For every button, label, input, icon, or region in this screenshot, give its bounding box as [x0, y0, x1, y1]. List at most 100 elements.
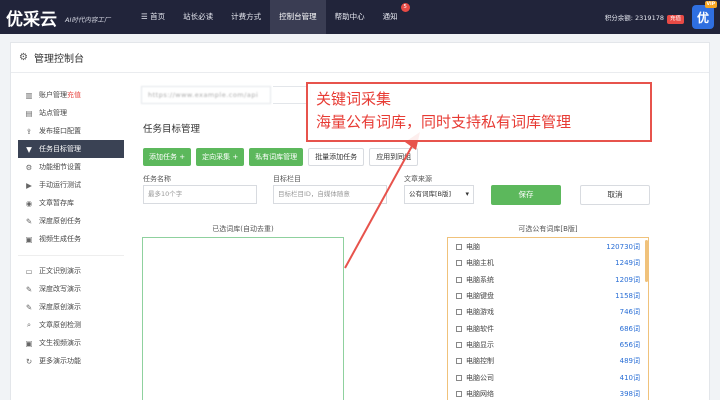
- article-source-select[interactable]: 公有词库[B版]: [404, 185, 474, 204]
- sidebar-item-label: 手动运行测试: [39, 181, 81, 189]
- action-buttons: 添加任务 + 定向采集 + 私有词库管理 批量添加任务 应用到同组: [143, 148, 419, 166]
- cancel-button[interactable]: 取消: [580, 185, 650, 205]
- add-task-button[interactable]: 添加任务 +: [143, 148, 192, 166]
- sidebar-item-label: 正文识别演示: [39, 267, 81, 275]
- keyword-count: 489词: [619, 357, 640, 366]
- callout-line2: 海量公有词库，同时支持私有词库管理: [316, 113, 572, 131]
- keyword: 电脑键盘: [466, 292, 494, 301]
- upload-icon: ⇪: [25, 126, 33, 136]
- logo[interactable]: 优采云 AI时代内容工厂: [6, 5, 111, 30]
- list-item[interactable]: 电脑网络 398词: [448, 386, 648, 400]
- top-navigation-bar: 优采云 AI时代内容工厂 ☰ 首页 站长必读 计费方式 控制台管理 帮助中心 通…: [0, 0, 720, 34]
- checkbox[interactable]: [456, 325, 462, 332]
- points-text: 积分余额: 2319178: [604, 14, 664, 22]
- keyword: 电脑系统: [466, 275, 494, 284]
- sidebar-divider: [18, 250, 124, 256]
- list-item[interactable]: 电脑显示 656词: [448, 337, 648, 353]
- sidebar-item-label: 任务目标管理: [39, 145, 81, 153]
- checkbox[interactable]: [456, 260, 462, 267]
- keyword-count: 746词: [619, 308, 640, 317]
- scrollbar[interactable]: [645, 240, 648, 282]
- sidebar-item-text-to-video[interactable]: ▣ 文生视频演示: [18, 334, 124, 352]
- sidebar-item-label: 视频生成任务: [39, 235, 81, 243]
- sidebar-item-account[interactable]: ▥ 账户管理 充值: [18, 86, 124, 104]
- panel-title: 管理控制台: [33, 54, 84, 65]
- checkbox[interactable]: [456, 358, 462, 365]
- list-item[interactable]: 电脑游戏 746词: [448, 304, 648, 320]
- list-icon: ☰: [141, 12, 151, 21]
- sidebar-item-text-recognition[interactable]: ▭ 正文识别演示: [18, 262, 124, 280]
- filter-icon: ▼: [26, 144, 32, 154]
- nav-must-read[interactable]: 站长必读: [174, 0, 222, 34]
- checkbox[interactable]: [456, 276, 462, 283]
- list-item[interactable]: 电脑系统 1209词: [448, 272, 648, 288]
- sidebar-item-label: 深度原创演示: [39, 303, 81, 311]
- keyword: 电脑软件: [466, 324, 494, 333]
- directed-collect-button[interactable]: 定向采集 +: [196, 148, 245, 166]
- checkbox[interactable]: [456, 309, 462, 316]
- sidebar-recharge-link[interactable]: 充值: [67, 90, 81, 100]
- sidebar-item-label: 功能细节设置: [39, 163, 81, 171]
- list-item[interactable]: 电脑 120730词: [448, 239, 648, 255]
- batch-add-button[interactable]: 批量添加任务: [308, 148, 365, 166]
- target-column-input[interactable]: 目标栏目ID，自媒体随意: [273, 185, 387, 204]
- sidebar-item-manual-run[interactable]: ▶ 手动运行测试: [18, 176, 124, 194]
- api-url-field[interactable]: https://www.example.com/api: [141, 86, 271, 104]
- list-item[interactable]: 电脑公司 410词: [448, 369, 648, 385]
- sidebar-item-rewrite-demo[interactable]: ✎ 深度改写演示: [18, 280, 124, 298]
- logo-slogan: AI时代内容工厂: [65, 16, 111, 24]
- nav-help[interactable]: 帮助中心: [326, 0, 374, 34]
- keyword-count: 686词: [619, 324, 640, 333]
- sidebar-item-more-demos[interactable]: ↻ 更多演示功能: [18, 352, 124, 370]
- keyword-count: 398词: [619, 389, 640, 398]
- checkbox[interactable]: [456, 244, 462, 251]
- sidebar-item-settings[interactable]: ⚙ 功能细节设置: [18, 158, 124, 176]
- monitor-icon: ▭: [25, 266, 33, 276]
- public-lexicon-list[interactable]: 电脑 120730词 电脑主机 1249词 电脑系统 1209词 电脑键盘 1158词 …: [447, 237, 649, 400]
- keyword: 电脑控制: [466, 357, 494, 366]
- task-name-input[interactable]: 最多10个字: [143, 185, 257, 204]
- sidebar-item-deep-original[interactable]: ✎ 深度原创任务: [18, 212, 124, 230]
- apply-group-button[interactable]: 应用到同组: [369, 148, 419, 166]
- sidebar-item-label: 深度改写演示: [39, 285, 81, 293]
- logo-mark: 优采云: [6, 9, 57, 30]
- sidebar-item-original-demo[interactable]: ✎ 深度原创演示: [18, 298, 124, 316]
- list-item[interactable]: 电脑键盘 1158词: [448, 288, 648, 304]
- edit-icon: ✎: [25, 284, 33, 294]
- edit-icon: ✎: [25, 302, 33, 312]
- sidebar-item-label: 站点管理: [39, 109, 67, 117]
- panel-header: ⚙ 管理控制台: [11, 43, 709, 73]
- nav-pricing[interactable]: 计费方式: [222, 0, 270, 34]
- private-lexicon-button[interactable]: 私有词库管理: [249, 148, 304, 166]
- recharge-button[interactable]: 充值: [666, 15, 684, 24]
- target-column-label: 目标栏目: [273, 175, 301, 183]
- list-item[interactable]: 电脑控制 489词: [448, 353, 648, 369]
- save-button[interactable]: 保存: [491, 185, 561, 205]
- sidebar-item-task-targets[interactable]: ▼ 任务目标管理: [18, 140, 124, 158]
- nav-home[interactable]: ☰ 首页: [132, 0, 174, 34]
- sidebar-item-original-check[interactable]: ⌕ 文章原创检测: [18, 316, 124, 334]
- notification-badge: 5: [400, 3, 410, 12]
- keyword: 电脑公司: [466, 373, 494, 382]
- play-icon: ▶: [26, 180, 32, 190]
- checkbox[interactable]: [456, 390, 462, 397]
- checkbox[interactable]: [456, 341, 462, 348]
- selected-lexicon-box[interactable]: [142, 237, 344, 400]
- sidebar-item-sites[interactable]: ▤ 站点管理: [18, 104, 124, 122]
- list-item[interactable]: 电脑主机 1249词: [448, 255, 648, 271]
- list-item[interactable]: 电脑软件 686词: [448, 320, 648, 336]
- chart-icon: ▥: [25, 90, 33, 100]
- checkbox[interactable]: [456, 293, 462, 300]
- nav-console[interactable]: 控制台管理: [270, 0, 326, 34]
- nav-home-label: 首页: [150, 12, 166, 21]
- checkbox[interactable]: [456, 374, 462, 381]
- sidebar-item-publish-api[interactable]: ⇪ 发布接口配置: [18, 122, 124, 140]
- nav-notifications[interactable]: 通知 5: [374, 0, 410, 34]
- edit-icon: ✎: [25, 216, 33, 226]
- keyword: 电脑: [466, 243, 480, 252]
- vip-avatar[interactable]: 优 VIP: [692, 1, 717, 29]
- points-balance: 积分余额: 2319178 充值: [605, 12, 684, 24]
- keyword-count: 656词: [619, 340, 640, 349]
- sidebar-item-video-task[interactable]: ▣ 视频生成任务: [18, 230, 124, 248]
- sidebar-item-article-store[interactable]: ◉ 文章暂存库: [18, 194, 124, 212]
